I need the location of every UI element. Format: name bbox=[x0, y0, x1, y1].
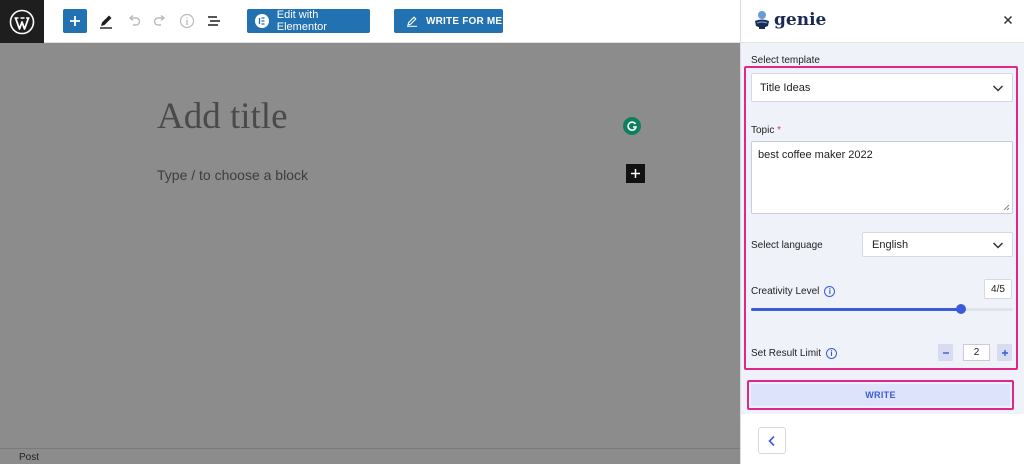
undo-icon bbox=[128, 14, 141, 26]
creativity-level-label: Creativity Level i bbox=[751, 286, 836, 297]
topic-label: Topic * bbox=[751, 125, 782, 136]
write-button-highlight: WRITE bbox=[747, 380, 1014, 410]
info-icon bbox=[179, 13, 195, 29]
creativity-slider-fill bbox=[751, 308, 961, 311]
write-for-me-label: WRITE FOR ME bbox=[426, 15, 503, 27]
genie-logo: genie bbox=[752, 9, 826, 31]
topic-textarea[interactable]: best coffee maker 2022 bbox=[751, 141, 1013, 214]
required-marker: * bbox=[777, 125, 782, 136]
details-button[interactable] bbox=[176, 10, 198, 32]
editor-footer: Post bbox=[0, 448, 740, 464]
list-view-button[interactable] bbox=[203, 10, 225, 32]
redo-icon bbox=[153, 14, 166, 26]
editor-toolbar: Edit with Elementor WRITE FOR ME bbox=[0, 0, 740, 43]
creativity-slider-thumb[interactable] bbox=[955, 304, 966, 314]
wordpress-logo-icon[interactable] bbox=[0, 0, 44, 43]
close-icon bbox=[1003, 15, 1013, 25]
genie-panel: genie Select template Title Ideas Topic … bbox=[740, 0, 1024, 464]
post-title-input[interactable]: Add title bbox=[157, 95, 288, 138]
block-placeholder[interactable]: Type / to choose a block bbox=[157, 167, 308, 183]
elementor-icon bbox=[255, 14, 269, 28]
panel-form: Select template Title Ideas Topic * best… bbox=[741, 43, 1024, 414]
undo-button[interactable] bbox=[123, 10, 145, 32]
pencil-icon bbox=[100, 15, 112, 29]
plus-icon bbox=[631, 169, 640, 178]
tools-pencil-button[interactable] bbox=[95, 10, 117, 32]
info-icon[interactable]: i bbox=[824, 286, 836, 297]
result-limit-label: Set Result Limit i bbox=[751, 348, 838, 359]
close-panel-button[interactable] bbox=[1003, 12, 1013, 30]
chevron-left-icon bbox=[768, 435, 775, 446]
edit-with-elementor-button[interactable]: Edit with Elementor bbox=[247, 9, 370, 33]
result-limit-input[interactable]: 2 bbox=[963, 344, 990, 361]
chevron-down-icon bbox=[992, 242, 1004, 249]
write-for-me-button[interactable]: WRITE FOR ME bbox=[394, 9, 503, 33]
template-value: Title Ideas bbox=[760, 81, 811, 94]
template-select[interactable]: Title Ideas bbox=[751, 73, 1013, 102]
redo-button[interactable] bbox=[149, 10, 171, 32]
plus-icon bbox=[70, 16, 80, 26]
language-value: English bbox=[872, 238, 909, 251]
select-template-label: Select template bbox=[751, 55, 820, 66]
genie-brand: genie bbox=[774, 10, 827, 30]
info-icon[interactable]: i bbox=[826, 348, 838, 359]
editor-canvas: Add title Type / to choose a block bbox=[0, 43, 740, 448]
genie-lamp-icon bbox=[755, 11, 769, 29]
breadcrumb[interactable]: Post bbox=[19, 452, 39, 463]
add-block-button[interactable] bbox=[63, 9, 87, 33]
grammarly-icon[interactable] bbox=[623, 117, 641, 135]
topic-value: best coffee maker 2022 bbox=[758, 149, 873, 161]
edit-with-elementor-label: Edit with Elementor bbox=[276, 9, 327, 33]
creativity-slider[interactable] bbox=[751, 304, 1013, 314]
panel-header: genie bbox=[741, 0, 1024, 43]
language-select[interactable]: English bbox=[862, 232, 1013, 257]
pen-icon bbox=[407, 16, 417, 27]
back-button[interactable] bbox=[758, 427, 786, 454]
chevron-down-icon bbox=[992, 85, 1004, 92]
creativity-value-display: 4/5 bbox=[984, 279, 1012, 299]
list-view-icon bbox=[208, 16, 220, 26]
minus-icon bbox=[942, 351, 949, 354]
write-button[interactable]: WRITE bbox=[751, 384, 1010, 406]
result-limit-increment-button[interactable] bbox=[997, 344, 1012, 361]
inserter-plus-button[interactable] bbox=[626, 164, 645, 183]
resize-grip-icon[interactable] bbox=[1002, 203, 1010, 211]
result-limit-decrement-button[interactable] bbox=[938, 344, 953, 361]
select-language-label: Select language bbox=[751, 240, 823, 251]
plus-icon bbox=[1001, 349, 1008, 356]
highlight-frame bbox=[744, 66, 1018, 370]
